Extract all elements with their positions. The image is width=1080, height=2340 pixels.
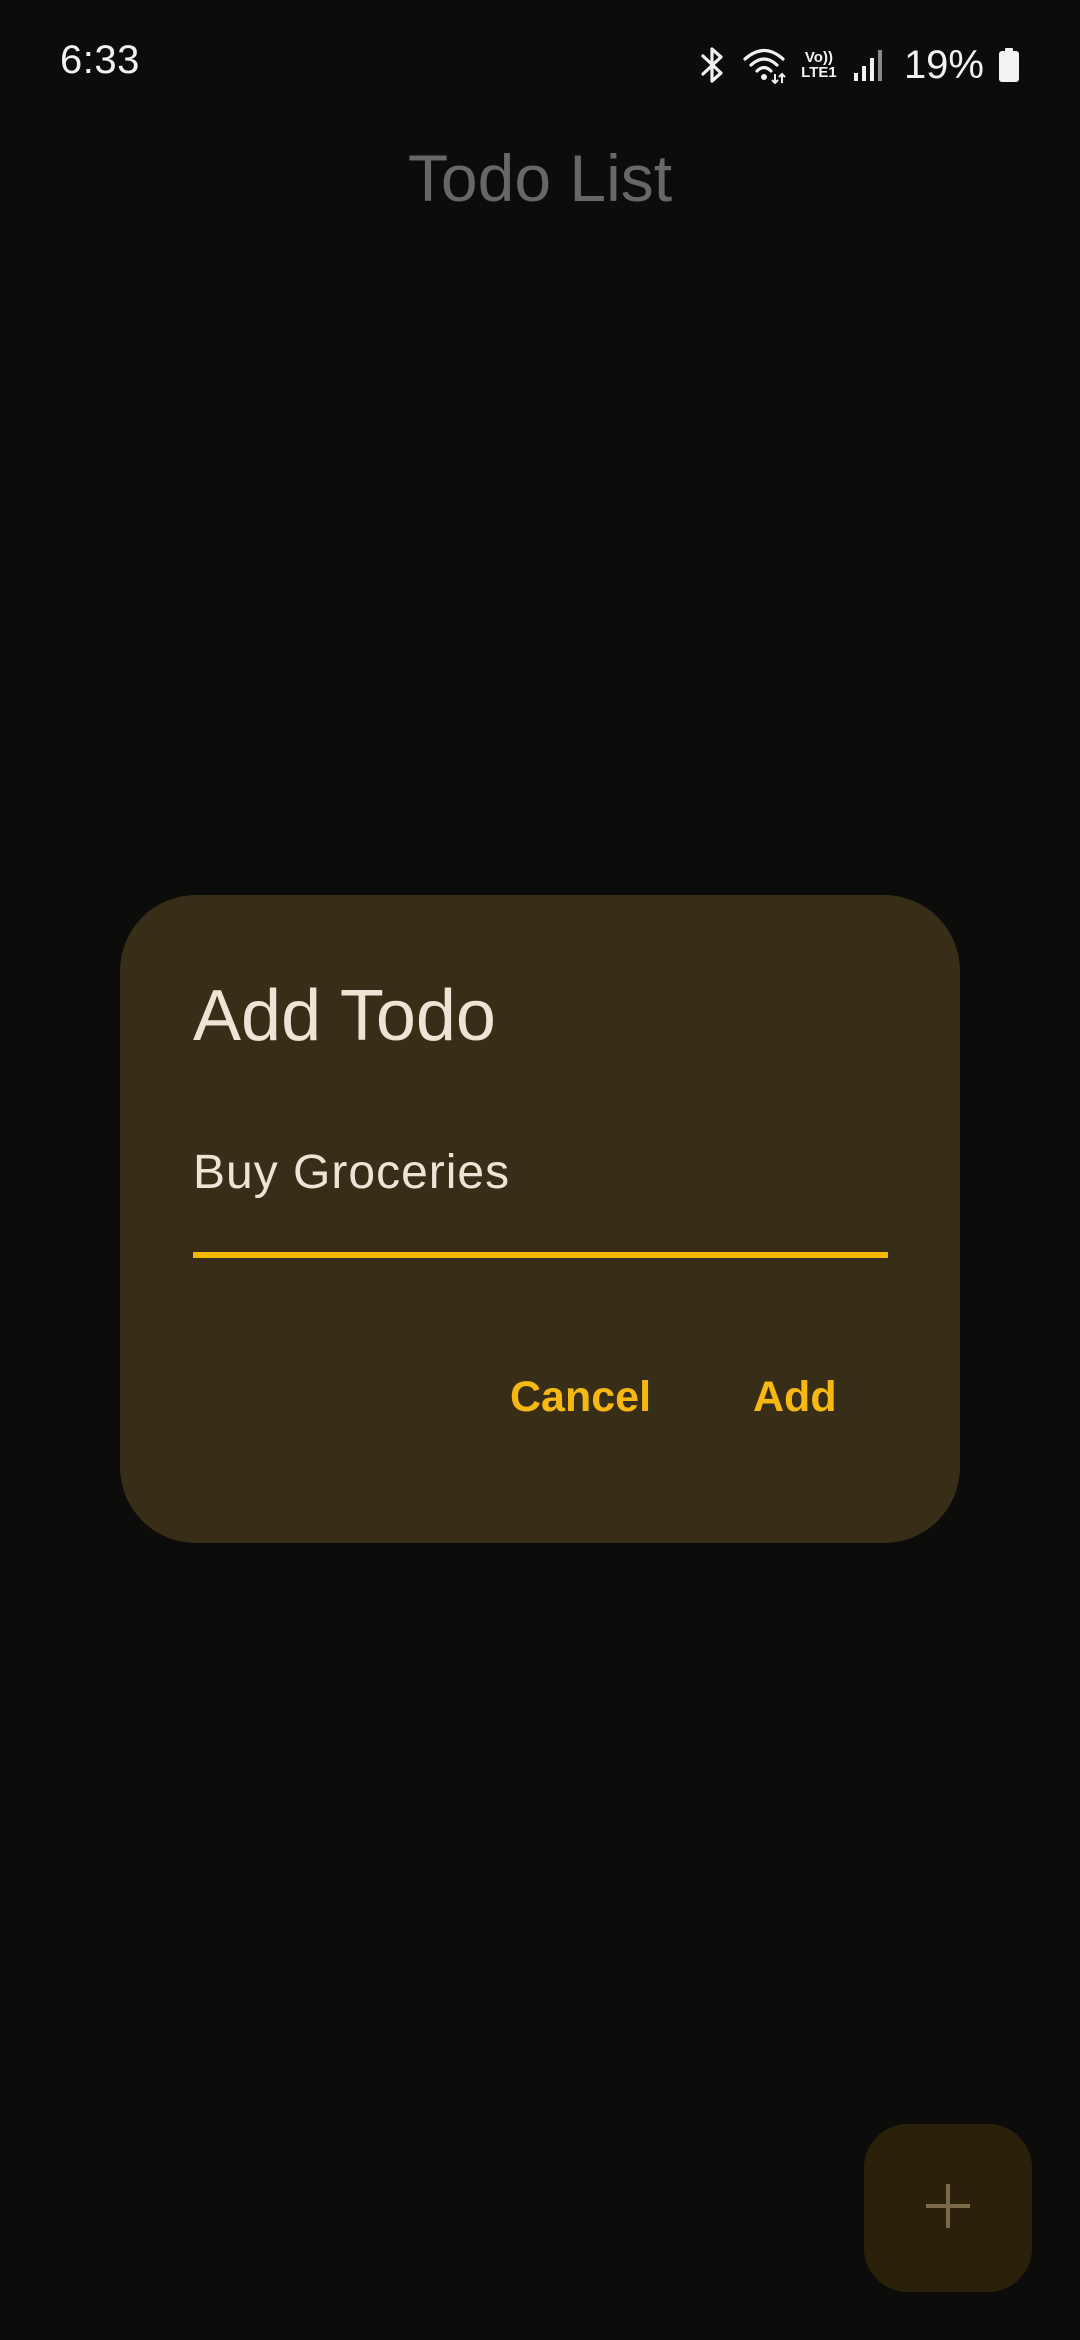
- cancel-button[interactable]: Cancel: [510, 1373, 651, 1422]
- todo-input[interactable]: Buy Groceries: [193, 1145, 888, 1209]
- todo-input-value[interactable]: Buy Groceries: [193, 1146, 510, 1199]
- plus-icon: [924, 2182, 972, 2235]
- add-button[interactable]: Add: [753, 1373, 837, 1422]
- screen: 6:33 Vo)) LTE1 19% Todo List Add Todo Bu…: [0, 0, 1080, 2340]
- todo-input-underline: [193, 1252, 888, 1258]
- add-todo-dialog: Add Todo Buy Groceries Cancel Add: [120, 895, 960, 1543]
- add-todo-fab[interactable]: [864, 2124, 1032, 2292]
- dialog-title: Add Todo: [193, 976, 496, 1056]
